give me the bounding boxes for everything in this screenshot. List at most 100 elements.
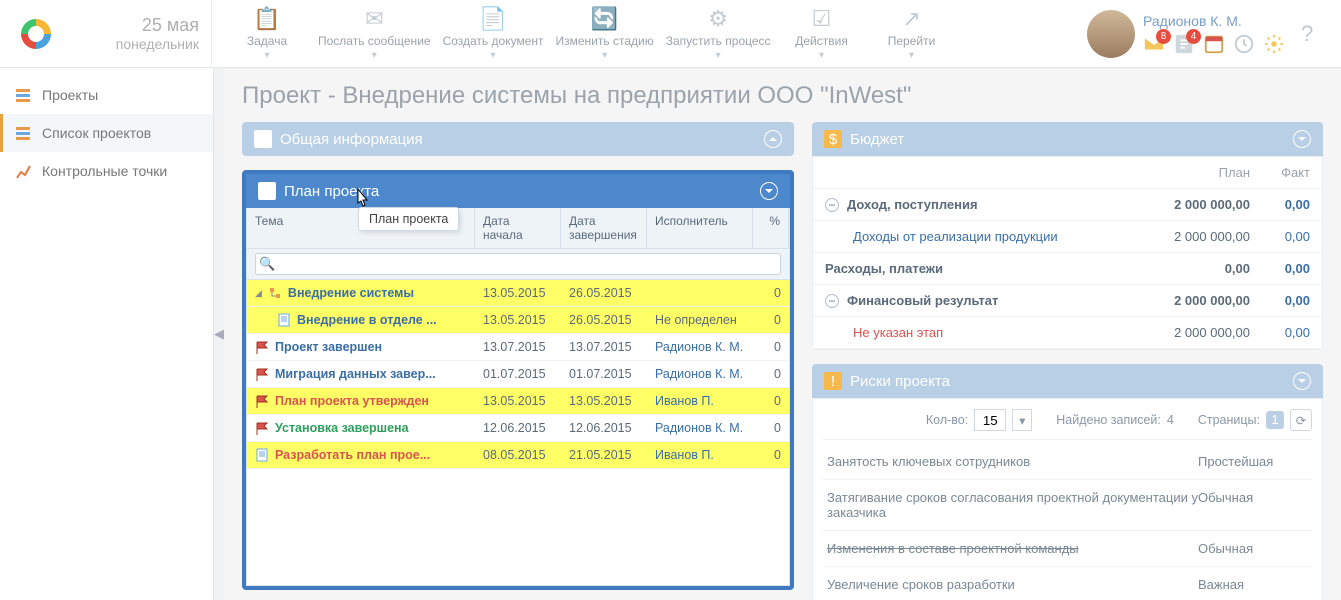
toolbar-3[interactable]: 🔄Изменить стадию▾ [550, 1, 660, 66]
budget-fact: 0,00 [1250, 261, 1310, 276]
plan-search-input[interactable] [255, 253, 781, 275]
toolbar-5[interactable]: ☑Действия▾ [777, 1, 867, 66]
row-icon [255, 421, 269, 435]
user-name[interactable]: Радионов К. М. [1143, 13, 1242, 29]
collapse-minus-icon[interactable]: − [825, 294, 839, 308]
toolbar-1[interactable]: ✉Послать сообщение▾ [312, 1, 437, 66]
panel-plan: ☰ План проекта Тема Дата начала Дата зав… [242, 170, 794, 590]
row-theme: Внедрение системы [288, 286, 414, 300]
collapse-minus-icon[interactable]: − [825, 198, 839, 212]
plan-table: Тема Дата начала Дата завершения Исполни… [246, 208, 790, 586]
collapse-icon[interactable] [764, 130, 782, 148]
panel-header-plan[interactable]: ☰ План проекта [246, 174, 790, 208]
search-icon: 🔍 [259, 256, 275, 272]
risks-count-input[interactable] [974, 409, 1006, 431]
plan-row[interactable]: Установка завершена12.06.201512.06.2015Р… [247, 415, 789, 442]
budget-fact: 0,00 [1250, 229, 1310, 244]
budget-icon: $ [824, 130, 842, 148]
settings-icon[interactable] [1263, 33, 1285, 55]
plan-row[interactable]: Внедрение в отделе ...13.05.201526.05.20… [247, 307, 789, 334]
risks-icon: ! [824, 372, 842, 390]
budget-label: −Финансовый результат [825, 293, 1130, 308]
budget-plan: 2 000 000,00 [1130, 197, 1250, 212]
date-box: 25 мая понедельник [72, 0, 212, 67]
page-number[interactable]: 1 [1266, 411, 1284, 429]
toolbar-2[interactable]: 📄Создать документ▾ [437, 1, 550, 66]
budget-table: План Факт −Доход, поступления2 000 000,0… [812, 156, 1323, 350]
risk-row[interactable]: Занятость ключевых сотрудниковПростейшая [823, 444, 1312, 480]
panel-header-info[interactable]: ☰ Общая информация [242, 122, 794, 156]
budget-row[interactable]: Доходы от реализации продукции2 000 000,… [813, 221, 1322, 253]
col-start[interactable]: Дата начала [475, 208, 561, 248]
row-icon [255, 448, 269, 462]
plan-row[interactable]: Разработать план прое...08.05.201521.05.… [247, 442, 789, 469]
row-performer: Радионов К. М. [647, 367, 753, 381]
avatar[interactable] [1087, 10, 1135, 58]
row-percent: 0 [753, 394, 789, 408]
sidebar-item-0[interactable]: Проекты [0, 76, 213, 114]
row-icon [255, 394, 269, 408]
col-percent[interactable]: % [753, 208, 789, 248]
row-performer: Не определен [647, 313, 753, 327]
budget-row[interactable]: −Финансовый результат2 000 000,000,00 [813, 285, 1322, 317]
mail-icon[interactable]: 8 [1143, 33, 1165, 55]
collapse-icon[interactable] [1293, 130, 1311, 148]
calendar-icon[interactable] [1203, 33, 1225, 55]
panel-general-info: ☰ Общая информация [242, 122, 794, 156]
risk-label: Затягивание сроков согласования проектно… [827, 490, 1198, 520]
budget-plan: 2 000 000,00 [1130, 229, 1250, 244]
budget-label: Не указан этап [825, 325, 1130, 340]
expand-icon[interactable] [760, 182, 778, 200]
row-performer: Радионов К. М. [647, 421, 753, 435]
dropdown-icon[interactable]: ▾ [1012, 409, 1032, 431]
clock-icon[interactable] [1233, 33, 1255, 55]
budget-row[interactable]: Не указан этап2 000 000,000,00 [813, 317, 1322, 349]
panel-header-risks[interactable]: ! Риски проекта [812, 364, 1323, 398]
panel-header-budget[interactable]: $ Бюджет [812, 122, 1323, 156]
tooltip: План проекта [358, 207, 459, 231]
help-icon[interactable]: ? [1301, 21, 1323, 47]
budget-row[interactable]: −Доход, поступления2 000 000,000,00 [813, 189, 1322, 221]
col-performer[interactable]: Исполнитель [647, 208, 753, 248]
row-theme: Разработать план прое... [275, 448, 430, 462]
risks-pages-label: Страницы: [1198, 413, 1260, 427]
row-performer: Иванов П. [647, 394, 753, 408]
row-start: 13.07.2015 [475, 340, 561, 354]
panel-title-plan: План проекта [284, 183, 752, 200]
plan-row[interactable]: Проект завершен13.07.201513.07.2015Радио… [247, 334, 789, 361]
toolbar-0[interactable]: 📋Задача▾ [222, 1, 312, 66]
row-end: 26.05.2015 [561, 286, 647, 300]
weekday-text: понедельник [72, 36, 199, 52]
risk-row[interactable]: Изменения в составе проектной командыОбы… [823, 531, 1312, 567]
row-icon [277, 313, 291, 327]
risks-count-label: Кол-во: [926, 413, 968, 427]
budget-fact: 0,00 [1250, 197, 1310, 212]
plan-row[interactable]: План проекта утвержден13.05.201513.05.20… [247, 388, 789, 415]
toolbar-4[interactable]: ⚙Запустить процесс▾ [660, 1, 777, 66]
toolbar-6[interactable]: ↗Перейти▾ [867, 1, 957, 66]
sidebar-item-2[interactable]: Контрольные точки [0, 152, 213, 190]
collapse-icon[interactable] [1293, 372, 1311, 390]
col-end[interactable]: Дата завершения [561, 208, 647, 248]
plan-row[interactable]: ◢Внедрение системы13.05.201526.05.20150 [247, 280, 789, 307]
risks-body: Кол-во: ▾ Найдено записей: 4 Страницы: 1… [812, 398, 1323, 600]
budget-row[interactable]: Расходы, платежи0,000,00 [813, 253, 1322, 285]
risk-row[interactable]: Увеличение сроков разработкиВажная [823, 567, 1312, 600]
row-performer: Радионов К. М. [647, 340, 753, 354]
risk-row[interactable]: Затягивание сроков согласования проектно… [823, 480, 1312, 531]
sidebar-item-1[interactable]: Список проектов [0, 114, 213, 152]
budget-plan: 0,00 [1130, 261, 1250, 276]
tasks-icon[interactable]: 4 [1173, 33, 1195, 55]
plan-row[interactable]: Миграция данных завер...01.07.201501.07.… [247, 361, 789, 388]
row-theme: Проект завершен [275, 340, 382, 354]
row-start: 01.07.2015 [475, 367, 561, 381]
refresh-icon[interactable]: ⟳ [1290, 409, 1312, 431]
sidebar-collapse[interactable]: ◀ [214, 68, 224, 600]
page-title: Проект - Внедрение системы на предприяти… [242, 82, 1323, 110]
logo[interactable] [0, 19, 72, 49]
row-start: 13.05.2015 [475, 313, 561, 327]
risk-level: Обычная [1198, 541, 1308, 556]
row-end: 12.06.2015 [561, 421, 647, 435]
risk-level: Простейшая [1198, 454, 1308, 469]
row-theme: Внедрение в отделе ... [297, 313, 437, 327]
